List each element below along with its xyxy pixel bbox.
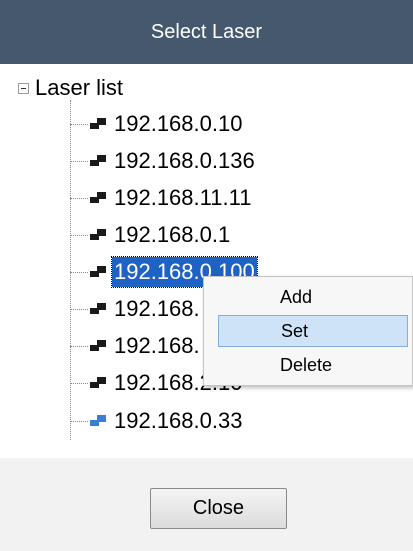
dialog-title-bar: Select Laser [0, 0, 413, 64]
tree-node-label[interactable]: 192.168.0.1 [112, 220, 232, 250]
context-menu: Add Set Delete [203, 276, 413, 386]
tree-node-label[interactable]: 192.168.0.10 [112, 109, 244, 139]
tree-node-label[interactable]: 192.168. [112, 331, 202, 361]
network-device-icon [90, 155, 108, 167]
tree-node[interactable]: 192.168.0.136 [70, 143, 257, 179]
menu-item-label: Add [280, 286, 313, 307]
menu-item-delete[interactable]: Delete [218, 349, 408, 381]
network-device-icon [90, 229, 108, 241]
menu-item-add[interactable]: Add [218, 281, 408, 313]
close-button[interactable]: Close [150, 488, 287, 529]
tree-node-label[interactable]: 192.168. [112, 294, 202, 324]
tree-node-label[interactable]: 192.168.0.136 [112, 146, 257, 176]
dialog-title: Select Laser [150, 20, 263, 43]
tree-branch-line [70, 308, 88, 310]
tree-node[interactable]: 192.168.11.11 [70, 180, 253, 216]
network-device-icon [90, 340, 108, 352]
tree-branch-line [70, 345, 88, 347]
menu-item-set[interactable]: Set [218, 315, 408, 347]
tree-branch-line [70, 420, 88, 422]
network-device-blue-icon [90, 415, 108, 427]
tree-branch-line [70, 382, 88, 384]
tree-node-label[interactable]: 192.168.0.33 [112, 406, 244, 436]
tree-node[interactable]: 192.168.0.1 [70, 217, 232, 253]
tree-node[interactable]: 192.168. [70, 328, 202, 364]
network-device-icon [90, 192, 108, 204]
network-device-icon [90, 303, 108, 315]
tree-branch-line [70, 160, 88, 162]
menu-item-label: Delete [280, 354, 333, 375]
dialog-footer: Close [0, 458, 413, 551]
collapse-icon[interactable] [18, 82, 29, 94]
tree-node-label[interactable]: 192.168.11.11 [112, 183, 253, 213]
tree-node[interactable]: 192.168.0.33 [70, 403, 244, 439]
tree-branch-line [70, 271, 88, 273]
network-device-icon [90, 118, 108, 130]
tree-branch-line [70, 234, 88, 236]
tree-branch-line [70, 123, 88, 125]
network-device-icon [90, 266, 108, 278]
tree-root-label[interactable]: Laser list [35, 75, 123, 101]
tree-node[interactable]: 192.168. [70, 291, 202, 327]
menu-item-label: Set [281, 320, 309, 341]
network-device-icon [90, 377, 108, 389]
tree-branch-line [70, 197, 88, 199]
tree-node[interactable]: 192.168.0.10 [70, 106, 244, 142]
